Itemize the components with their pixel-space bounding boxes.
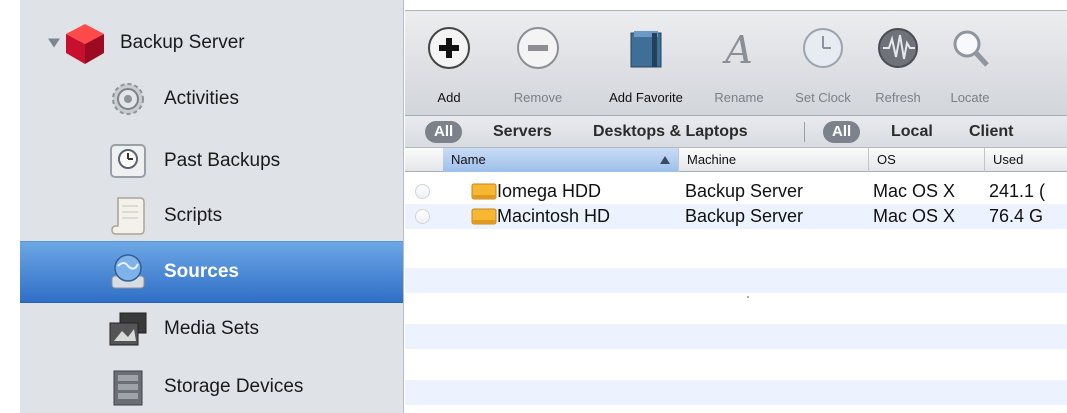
sources-table: Name Machine OS Used Iomega HDD Backup S… xyxy=(405,148,1067,413)
filter-divider xyxy=(804,122,805,142)
scope-filter-bar: All Servers Desktops & Laptops All Local… xyxy=(405,116,1067,148)
column-header-used[interactable]: Used xyxy=(985,148,1067,172)
rename-button[interactable]: A Rename xyxy=(701,11,777,117)
magnifier-icon xyxy=(953,30,989,67)
table-row[interactable]: Iomega HDD Backup Server Mac OS X 241.1 … xyxy=(405,179,1067,204)
remove-icon xyxy=(517,27,559,69)
sidebar-item-scripts[interactable]: Scripts xyxy=(20,185,403,247)
cell-name: Macintosh HD xyxy=(497,206,611,226)
refresh-button[interactable]: Refresh xyxy=(863,11,933,117)
sources-main-panel: Add Remove Add Favorite A Rename Set Clo… xyxy=(405,0,1067,413)
volume-icon xyxy=(471,183,497,200)
sources-globe-icon xyxy=(111,254,145,289)
sidebar-item-label: Backup Server xyxy=(120,32,245,53)
media-sets-icon xyxy=(109,312,147,346)
empty-row xyxy=(405,229,1067,254)
sidebar-item-activities[interactable]: Activities xyxy=(20,68,403,130)
clock-icon xyxy=(803,28,843,68)
source-list-sidebar: Backup Server Activities Past Backups Sc… xyxy=(20,0,404,413)
remove-button[interactable]: Remove xyxy=(501,11,575,117)
stray-dot xyxy=(747,296,749,298)
table-header: Name Machine OS Used xyxy=(405,148,1067,172)
empty-row xyxy=(405,380,1067,405)
table-row[interactable]: Macintosh HD Backup Server Mac OS X 76.4… xyxy=(405,204,1067,229)
backup-server-cube-icon xyxy=(66,24,104,64)
favorite-folder-icon xyxy=(630,31,662,68)
filter-local[interactable]: Local xyxy=(891,116,933,148)
column-header-machine[interactable]: Machine xyxy=(679,148,869,172)
sidebar-item-label: Past Backups xyxy=(164,150,281,171)
sidebar-item-label: Sources xyxy=(164,261,239,282)
filter-all-location[interactable]: All xyxy=(823,121,861,143)
sidebar-item-label: Scripts xyxy=(164,205,223,226)
sidebar-item-backup-server[interactable]: Backup Server xyxy=(20,12,403,74)
sidebar-item-sources[interactable]: Sources xyxy=(20,241,403,303)
add-favorite-button[interactable]: Add Favorite xyxy=(591,11,701,117)
cell-used: 241.1 ( xyxy=(989,181,1046,201)
toolbar: Add Remove Add Favorite A Rename Set Clo… xyxy=(405,10,1067,116)
cell-name: Iomega HDD xyxy=(497,181,602,201)
cell-os: Mac OS X xyxy=(873,181,956,201)
add-icon xyxy=(428,27,470,69)
filter-client[interactable]: Client xyxy=(969,116,1013,148)
empty-row xyxy=(405,268,1067,293)
sidebar-item-media-sets[interactable]: Media Sets xyxy=(20,298,403,360)
gear-icon xyxy=(112,83,144,115)
column-header-name[interactable]: Name xyxy=(443,148,679,172)
storage-devices-icon xyxy=(113,370,143,406)
set-clock-button[interactable]: Set Clock xyxy=(785,11,861,117)
cell-machine: Backup Server xyxy=(685,206,804,226)
cell-os: Mac OS X xyxy=(873,206,956,226)
sidebar-item-label: Storage Devices xyxy=(164,376,304,397)
scroll-icon xyxy=(111,197,145,235)
filter-servers[interactable]: Servers xyxy=(493,116,552,148)
volume-icon xyxy=(471,208,497,225)
sidebar-item-storage-devices[interactable]: Storage Devices xyxy=(20,356,403,413)
filter-desktops-laptops[interactable]: Desktops & Laptops xyxy=(593,116,748,148)
disclosure-triangle-icon[interactable] xyxy=(48,38,60,48)
sidebar-item-label: Activities xyxy=(164,88,239,109)
svg-text:A: A xyxy=(722,28,752,71)
filter-all-type[interactable]: All xyxy=(425,121,463,143)
locate-button[interactable]: Locate xyxy=(938,11,1002,117)
empty-row xyxy=(405,324,1067,349)
refresh-waveform-icon xyxy=(878,28,918,68)
sort-ascending-icon xyxy=(660,156,670,164)
cell-used: 76.4 G xyxy=(989,206,1044,226)
sidebar-item-label: Media Sets xyxy=(164,318,260,339)
row-select-radio[interactable] xyxy=(415,184,430,199)
cell-machine: Backup Server xyxy=(685,181,804,201)
clock-drive-icon xyxy=(110,144,146,178)
add-button[interactable]: Add xyxy=(421,11,477,117)
sidebar-item-past-backups[interactable]: Past Backups xyxy=(20,130,403,192)
row-select-radio[interactable] xyxy=(415,209,430,224)
column-header-os[interactable]: OS xyxy=(869,148,985,172)
rename-icon: A xyxy=(722,28,752,71)
